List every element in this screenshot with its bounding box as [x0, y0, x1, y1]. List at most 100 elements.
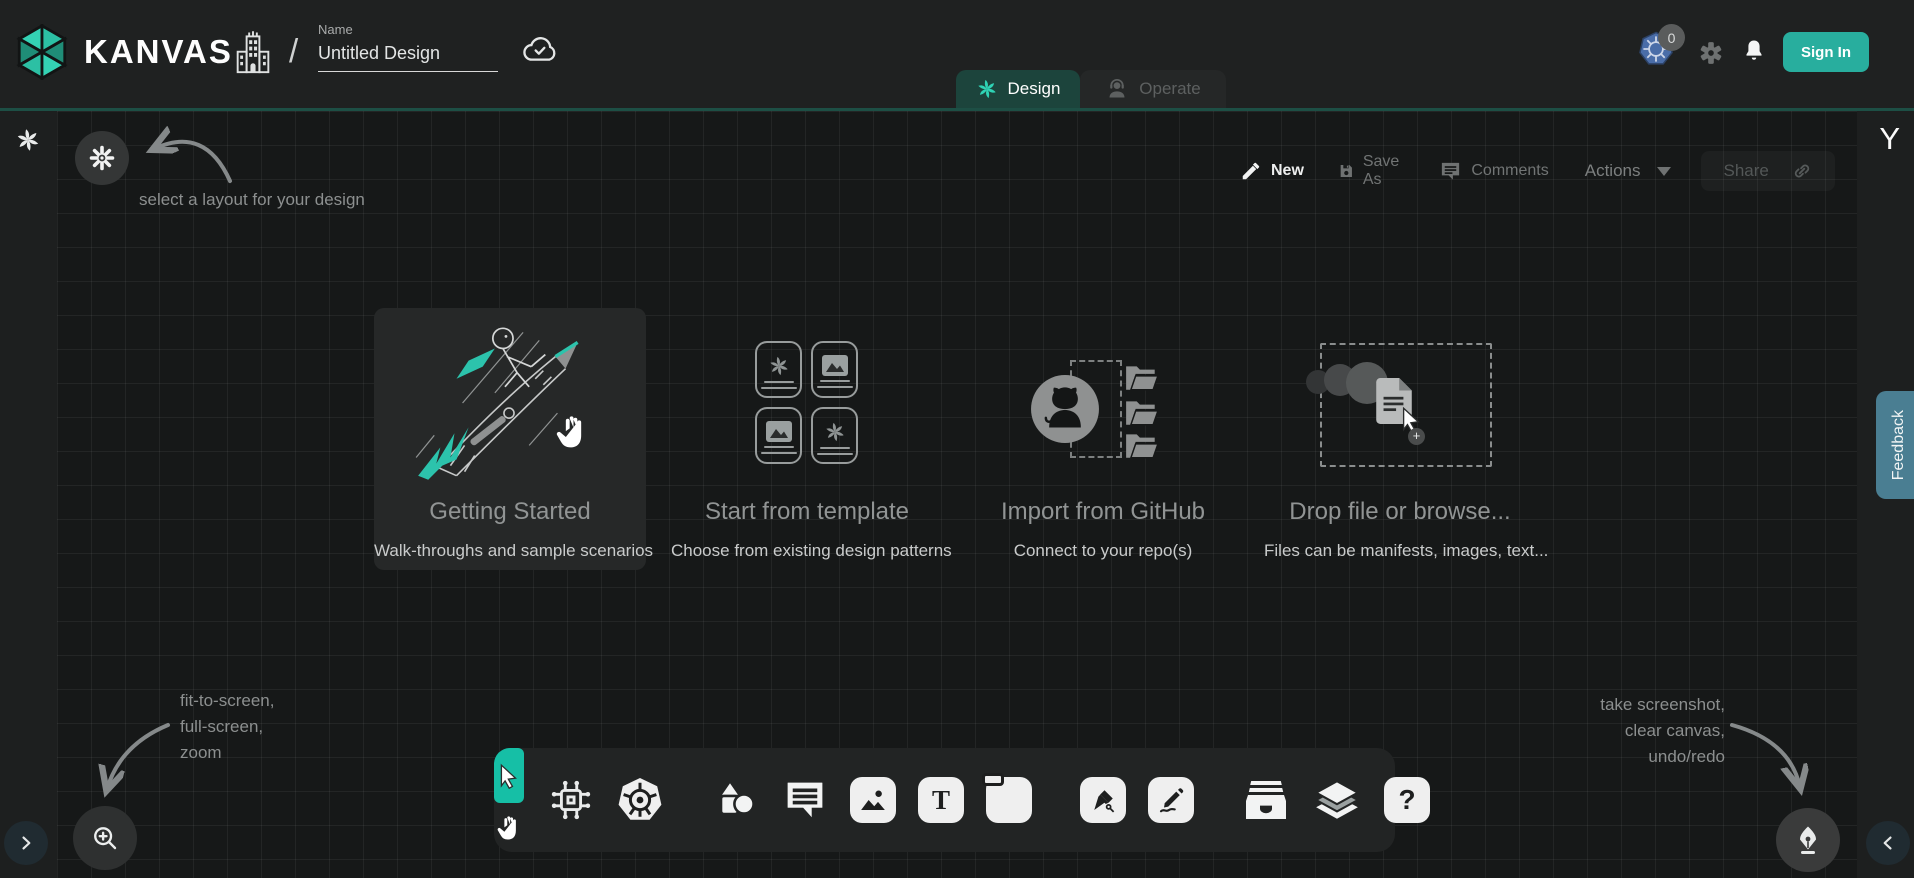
share-button[interactable]: Share — [1701, 151, 1835, 191]
pen-tool-icon — [1088, 785, 1118, 815]
comments-button[interactable]: Comments — [1439, 160, 1548, 183]
select-tool-button[interactable] — [494, 748, 524, 803]
template-thumb — [755, 341, 802, 398]
card-title: Import from GitHub — [967, 498, 1239, 526]
sticky-note-button[interactable] — [986, 777, 1032, 823]
comments-label: Comments — [1471, 162, 1548, 180]
image-icon — [766, 421, 792, 442]
chevron-down-icon — [1657, 167, 1671, 176]
share-label: Share — [1723, 161, 1768, 181]
image-tool-icon — [858, 785, 888, 815]
plus-badge: + — [1408, 428, 1425, 445]
kubernetes-wheel-icon[interactable] — [616, 776, 664, 824]
template-thumb — [811, 341, 858, 398]
layout-picker-button[interactable] — [75, 131, 129, 185]
design-name-input[interactable] — [318, 40, 498, 72]
sign-in-button[interactable]: Sign In — [1783, 32, 1869, 72]
bell-icon[interactable] — [1742, 38, 1766, 66]
rocket-sketch — [404, 316, 616, 488]
layout-hint: select a layout for your design — [139, 190, 365, 210]
feedback-label: Feedback — [1890, 410, 1908, 480]
card-title: Getting Started — [374, 498, 646, 526]
shapes-icon[interactable] — [712, 776, 760, 824]
image-icon — [822, 355, 848, 376]
pencil-tool-button[interactable] — [1148, 777, 1194, 823]
y-mark: Y — [1879, 121, 1900, 157]
spiral-icon — [768, 355, 790, 377]
folder-icon — [1124, 430, 1160, 460]
image-tool-button[interactable] — [850, 777, 896, 823]
hand-tool-icon — [494, 813, 524, 843]
card-drop-file[interactable]: + Drop file or browse... Files can be ma… — [1264, 308, 1536, 570]
expand-left-panel-button[interactable] — [4, 821, 48, 865]
comment-tool-icon[interactable] — [782, 777, 828, 823]
brand-name: KANVAS — [84, 33, 233, 71]
help-button[interactable]: ? — [1384, 777, 1430, 823]
mode-tabs: Design Operate — [956, 70, 1226, 108]
card-subtitle: Files can be manifests, images, text... — [1264, 541, 1536, 561]
select-arrow-icon — [496, 763, 522, 789]
pen-nib-icon — [1792, 824, 1824, 856]
tab-operate-label: Operate — [1139, 79, 1200, 99]
spiral-icon[interactable] — [15, 127, 41, 153]
chevron-right-icon — [16, 833, 36, 853]
actions-dropdown[interactable]: Actions — [1585, 161, 1672, 181]
save-icon — [1338, 160, 1354, 182]
zoom-hint: fit-to-screen, full-screen, zoom — [180, 688, 274, 766]
gear-icon[interactable] — [1698, 40, 1724, 66]
brand-logo[interactable]: KANVAS — [14, 24, 233, 80]
comments-icon — [1439, 160, 1462, 183]
zoom-in-button[interactable] — [73, 806, 137, 870]
hand-tool-button[interactable] — [494, 803, 524, 852]
card-getting-started[interactable]: Getting Started Walk-throughs and sample… — [374, 308, 646, 570]
tab-design[interactable]: Design — [956, 70, 1080, 108]
circuit-icon[interactable] — [548, 777, 594, 823]
expand-right-panel-button[interactable] — [1866, 821, 1910, 865]
pencil-icon — [1240, 160, 1262, 182]
canvas-toolbar: New Save As Comments Actions Share — [1240, 151, 1835, 191]
cursor-hand-icon — [552, 412, 592, 452]
pen-tool-button[interactable] — [1080, 777, 1126, 823]
actions-label: Actions — [1585, 161, 1641, 181]
card-subtitle: Choose from existing design patterns — [671, 541, 943, 561]
save-as-button[interactable]: Save As — [1338, 153, 1405, 189]
card-subtitle: Walk-throughs and sample scenarios — [374, 541, 646, 561]
operate-headset-icon — [1105, 77, 1129, 101]
text-tool-button[interactable]: T — [918, 777, 964, 823]
new-label: New — [1271, 162, 1304, 180]
card-subtitle: Connect to your repo(s) — [967, 541, 1239, 561]
left-rail — [0, 111, 57, 878]
breadcrumb-separator: / — [289, 32, 298, 70]
layers-icon[interactable] — [1312, 775, 1362, 825]
card-import-github[interactable]: Import from GitHub Connect to your repo(… — [967, 308, 1239, 570]
tab-operate[interactable]: Operate — [1080, 70, 1226, 108]
feedback-tab[interactable]: Feedback — [1876, 391, 1914, 499]
design-name-field: Name — [318, 22, 498, 72]
text-tool-icon: T — [932, 785, 950, 816]
archive-icon[interactable] — [1242, 776, 1290, 824]
help-icon: ? — [1398, 784, 1415, 816]
card-start-from-template[interactable]: Start from template Choose from existing… — [671, 308, 943, 570]
save-as-label: Save As — [1363, 153, 1406, 189]
card-title: Start from template — [671, 498, 943, 526]
template-thumb — [811, 407, 858, 464]
template-thumb — [755, 407, 802, 464]
pen-nib-button[interactable] — [1776, 808, 1840, 872]
spiral-icon — [824, 421, 846, 443]
design-canvas[interactable]: Y select a layout for your design — [0, 111, 1914, 878]
template-thumbnails — [755, 341, 858, 464]
folder-icon — [1124, 397, 1160, 427]
folder-icon — [1124, 362, 1160, 392]
cloud-sync-icon — [520, 32, 560, 64]
tab-design-label: Design — [1008, 79, 1061, 99]
new-button[interactable]: New — [1240, 160, 1304, 182]
actions-hint: take screenshot, clear canvas, undo/redo — [1538, 692, 1725, 770]
credits-indicator[interactable]: 0 — [1638, 30, 1694, 78]
card-title: Drop file or browse... — [1264, 498, 1536, 526]
sticky-note-icon — [982, 773, 1004, 786]
brand-hexagon-icon — [14, 24, 70, 80]
app-header: KANVAS / Name Design — [0, 0, 1914, 108]
zoom-in-icon — [90, 823, 120, 853]
github-icon — [1030, 374, 1100, 444]
organization-icon[interactable] — [232, 30, 274, 76]
